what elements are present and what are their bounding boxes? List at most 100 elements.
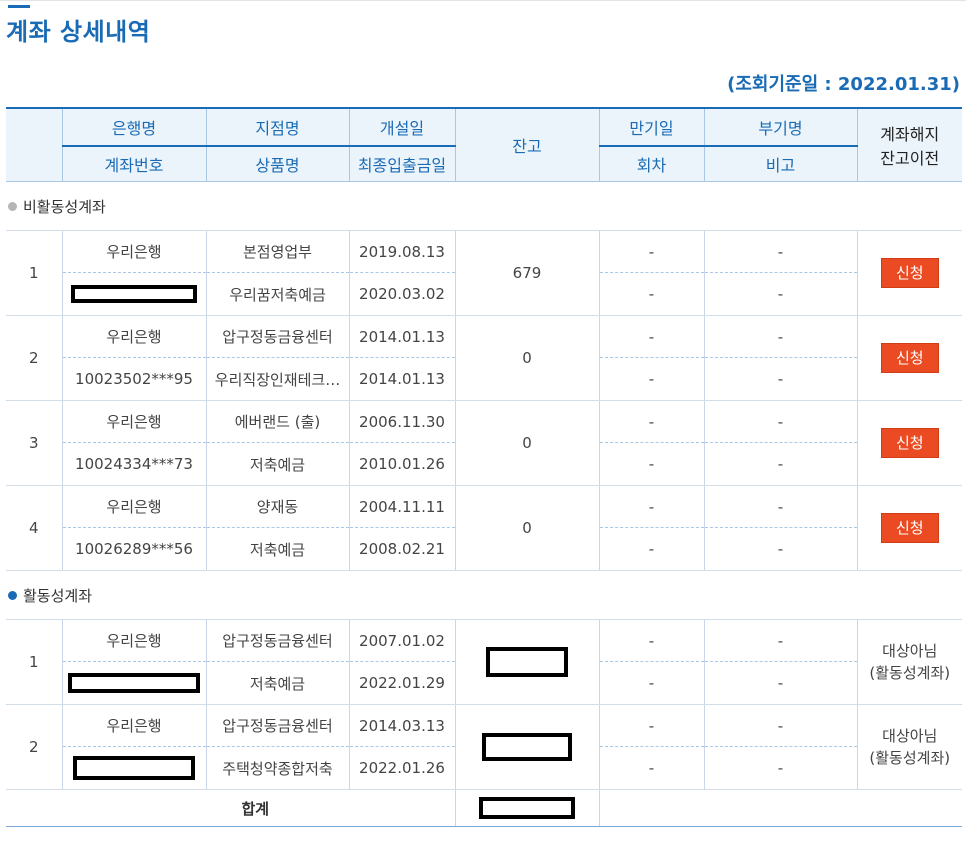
note: -: [703, 661, 857, 705]
open-date: 2014.01.13: [348, 315, 455, 358]
row-number: 4: [6, 485, 62, 571]
header-close-line1: 계좌해지: [880, 125, 940, 144]
account-detail-table: 은행명 지점명 개설일 잔고 만기일 부기명 계좌해지 잔고이전 계좌번호 상품…: [6, 107, 962, 827]
header-sub-name: 부기명: [703, 107, 857, 147]
status-cell: 대상아님 (활동성계좌): [856, 619, 962, 705]
apply-button[interactable]: 신청: [880, 343, 939, 373]
table-row: 1 우리은행 압구정동금융센터 2007.01.02 - - 대상아님 (활동성…: [6, 619, 962, 705]
last-txn-date: 2010.01.26: [348, 442, 455, 486]
open-date: 2007.01.02: [348, 619, 455, 662]
status-cell: 대상아님 (활동성계좌): [856, 704, 962, 790]
total-empty: [598, 789, 962, 827]
row-number: 1: [6, 619, 62, 705]
redaction-box: [482, 733, 572, 761]
action-cell: 신청: [856, 400, 962, 486]
installment: -: [598, 357, 704, 401]
sub-name: -: [703, 485, 857, 528]
header-open-date: 개설일: [348, 107, 455, 147]
account-number: 10023502***95: [61, 357, 206, 401]
status-line1: 대상아님: [882, 727, 938, 745]
apply-button[interactable]: 신청: [880, 258, 939, 288]
open-date: 2019.08.13: [348, 230, 455, 273]
balance: 679: [454, 230, 599, 316]
table-row: 2 우리은행 압구정동금융센터 2014.03.13 - - 대상아님 (활동성…: [6, 704, 962, 790]
note: -: [703, 527, 857, 571]
balance: 0: [454, 315, 599, 401]
header-balance: 잔고: [454, 107, 599, 182]
header-no: [6, 107, 62, 182]
bank-name: 우리은행: [61, 485, 206, 528]
product-name: 주택청약종합저축: [205, 746, 349, 790]
redaction-box: [73, 756, 195, 780]
header-account-no: 계좌번호: [61, 145, 206, 182]
branch-name: 에버랜드 (출): [205, 400, 349, 443]
table-row: 1 우리은행 본점영업부 2019.08.13 679 - - 신청: [6, 230, 962, 316]
last-txn-date: 2014.01.13: [348, 357, 455, 401]
apply-button[interactable]: 신청: [880, 513, 939, 543]
status-line1: 대상아님: [882, 642, 938, 660]
total-row: 합계: [6, 789, 962, 827]
header-bank: 은행명: [61, 107, 206, 147]
header-installment: 회차: [598, 145, 704, 182]
balance: [454, 619, 599, 705]
header-branch: 지점명: [205, 107, 349, 147]
branch-name: 압구정동금융센터: [205, 704, 349, 747]
product-name: 우리꿈저축예금: [205, 272, 349, 316]
account-number: [61, 661, 206, 705]
sub-name: -: [703, 619, 857, 662]
bank-name: 우리은행: [61, 704, 206, 747]
last-txn-date: 2022.01.29: [348, 661, 455, 705]
open-date: 2004.11.11: [348, 485, 455, 528]
header-close-line2: 잔고이전: [880, 149, 940, 168]
reference-date: (조회기준일 : 2022.01.31): [727, 74, 960, 95]
bank-name: 우리은행: [61, 230, 206, 273]
maturity-date: -: [598, 400, 704, 443]
installment: -: [598, 272, 704, 316]
account-number: [61, 746, 206, 790]
redaction-box: [479, 797, 575, 819]
total-balance: [454, 789, 599, 827]
branch-name: 압구정동금융센터: [205, 315, 349, 358]
total-label: 합계: [6, 789, 455, 827]
header-last-txn-date: 최종입출금일: [348, 145, 455, 182]
section-active-label: 활동성계좌: [23, 586, 93, 605]
last-txn-date: 2008.02.21: [348, 527, 455, 571]
row-number: 1: [6, 230, 62, 316]
balance: 0: [454, 400, 599, 486]
bank-name: 우리은행: [61, 400, 206, 443]
maturity-date: -: [598, 230, 704, 273]
product-name: 저축예금: [205, 527, 349, 571]
balance: [454, 704, 599, 790]
note: -: [703, 357, 857, 401]
note: -: [703, 442, 857, 486]
sub-name: -: [703, 230, 857, 273]
open-date: 2006.11.30: [348, 400, 455, 443]
balance: 0: [454, 485, 599, 571]
page-title: 계좌 상세내역: [6, 18, 151, 46]
product-name: 저축예금: [205, 661, 349, 705]
open-date: 2014.03.13: [348, 704, 455, 747]
table-row: 3 우리은행 에버랜드 (출) 2006.11.30 0 - - 신청: [6, 400, 962, 486]
account-number: 10026289***56: [61, 527, 206, 571]
note: -: [703, 272, 857, 316]
product-name: 저축예금: [205, 442, 349, 486]
last-txn-date: 2022.01.26: [348, 746, 455, 790]
apply-button[interactable]: 신청: [880, 428, 939, 458]
installment: -: [598, 527, 704, 571]
section-active: 활동성계좌: [6, 571, 962, 620]
action-cell: 신청: [856, 230, 962, 316]
sub-name: -: [703, 315, 857, 358]
installment: -: [598, 442, 704, 486]
redaction-box: [68, 673, 200, 693]
status-line2: (활동성계좌): [869, 749, 951, 767]
maturity-date: -: [598, 315, 704, 358]
action-cell: 신청: [856, 485, 962, 571]
account-number: [61, 272, 206, 316]
branch-name: 본점영업부: [205, 230, 349, 273]
redaction-box: [71, 285, 197, 304]
bank-name: 우리은행: [61, 619, 206, 662]
last-txn-date: 2020.03.02: [348, 272, 455, 316]
redaction-box: [486, 647, 568, 677]
top-border: [0, 0, 966, 1]
header-note: 비고: [703, 145, 857, 182]
